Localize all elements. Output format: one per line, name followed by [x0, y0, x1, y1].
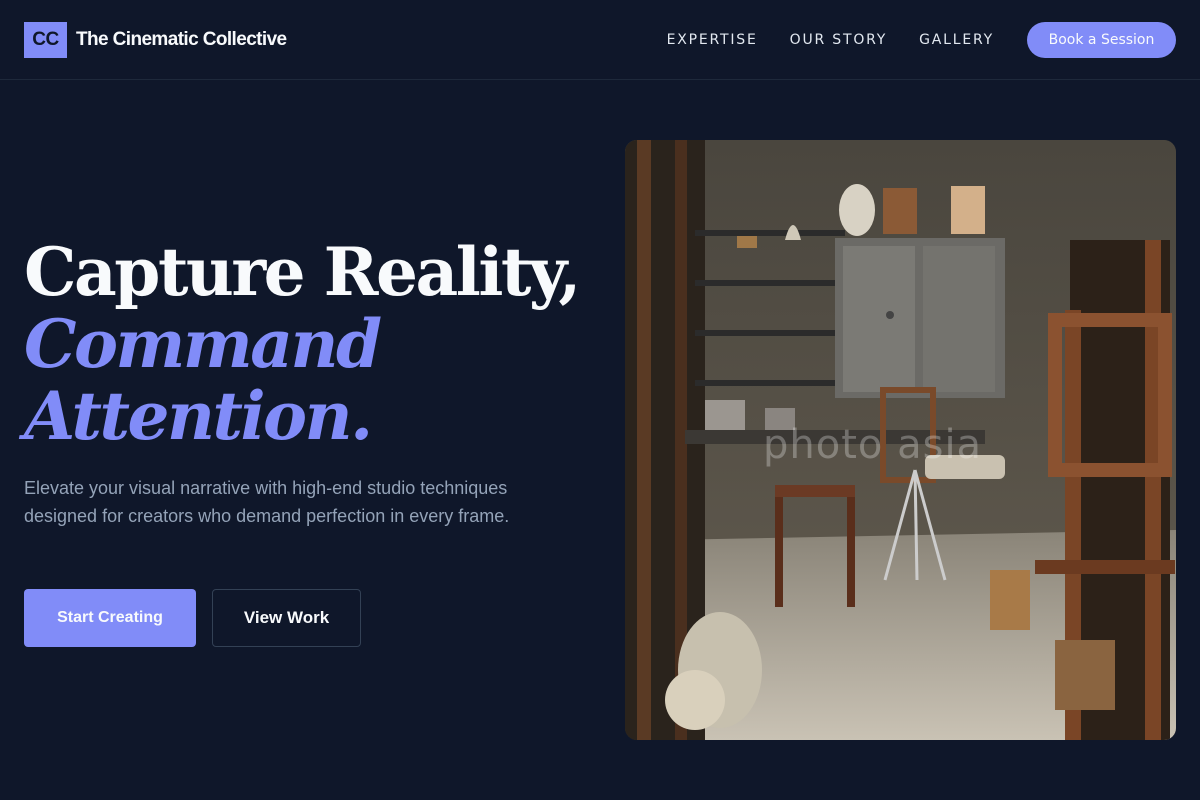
headline-line-1: Capture Reality,: [24, 233, 581, 311]
nav-link-expertise[interactable]: EXPERTISE: [667, 32, 758, 48]
hero-studio-photo: photo asia: [625, 140, 1176, 740]
start-creating-button[interactable]: Start Creating: [24, 589, 196, 647]
headline-line-2: Command: [24, 305, 382, 383]
book-session-button[interactable]: Book a Session: [1027, 21, 1176, 58]
hero-actions: Start Creating View Work: [24, 589, 361, 647]
nav-link-our-story[interactable]: OUR STORY: [790, 32, 888, 48]
view-work-button[interactable]: View Work: [212, 589, 361, 647]
nav-links: EXPERTISE OUR STORY GALLERY: [667, 32, 994, 48]
nav-link-gallery[interactable]: GALLERY: [919, 32, 994, 48]
navbar: CC The Cinematic Collective EXPERTISE OU…: [0, 0, 1200, 80]
brand[interactable]: CC The Cinematic Collective: [24, 21, 287, 58]
hero-headline: Capture Reality, Command Attention.: [24, 236, 584, 452]
hero-headline-block: Capture Reality, Command Attention.: [24, 236, 584, 452]
headline-line-3: Attention.: [24, 377, 373, 455]
nav-right: EXPERTISE OUR STORY GALLERY Book a Sessi…: [667, 21, 1176, 58]
logo: CC: [24, 21, 67, 58]
brand-name: The Cinematic Collective: [76, 28, 287, 50]
hero-subtext: Elevate your visual narrative with high-…: [24, 478, 510, 526]
photo-watermark: photo asia: [763, 422, 983, 468]
